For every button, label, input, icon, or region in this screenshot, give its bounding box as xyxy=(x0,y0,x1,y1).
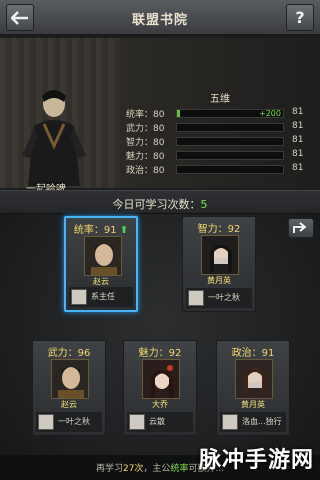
card-portrait xyxy=(142,359,180,399)
stat-max: 81 xyxy=(292,135,304,145)
stat-row-charm: 魅力：80 81 xyxy=(126,149,314,163)
stat-row-command: 统率：80 +200 81 xyxy=(126,107,314,121)
mentor-avatar xyxy=(71,289,87,305)
card-general-name: 大乔 xyxy=(152,400,168,409)
card-attribute: 魅力：92 xyxy=(124,344,196,359)
stat-bar: +200 xyxy=(176,109,284,118)
card-general-name: 黄月英 xyxy=(241,400,265,409)
card-attribute: 统率：91 ⬆ xyxy=(66,221,136,236)
mentor-name: 一叶之秋 xyxy=(208,293,240,302)
card-mentor: 系主任 xyxy=(69,287,133,307)
stat-bar xyxy=(176,151,284,160)
card-attribute-text: 武力：96 xyxy=(47,348,91,359)
share-icon xyxy=(293,222,307,233)
study-count-bar: 今日可学习次数：5 xyxy=(0,190,320,214)
mentor-avatar xyxy=(129,414,145,430)
footer-count: 27次 xyxy=(122,464,144,474)
card-attribute: 武力：96 xyxy=(33,344,105,359)
card-mentor: 一叶之秋 xyxy=(36,412,102,432)
card-mentor: 云散 xyxy=(127,412,193,432)
mentor-avatar xyxy=(188,290,204,306)
card-mentor: 洛血...独行 xyxy=(220,412,286,432)
portrait-icon xyxy=(52,360,88,398)
mentor-name: 云散 xyxy=(149,417,165,426)
stat-max: 81 xyxy=(292,121,304,131)
card-attribute-text: 智力：92 xyxy=(197,224,241,235)
portrait-icon xyxy=(143,360,179,398)
footer-text-1: 再学习 xyxy=(95,464,123,474)
mentor-card[interactable]: 武力：96 赵云 一叶之秋 xyxy=(32,340,106,436)
stat-label: 魅力：80 xyxy=(126,152,165,162)
stat-max: 81 xyxy=(292,107,304,117)
page-title: 联盟书院 xyxy=(131,13,188,28)
card-portrait xyxy=(201,235,239,275)
watermark: 脉冲手游网 xyxy=(198,448,314,473)
stat-bar xyxy=(176,123,284,132)
card-general-name: 黄月英 xyxy=(207,276,231,285)
stats-panel: 五维 统率：80 +200 81 武力：80 81 智力：80 81 魅力：80… xyxy=(120,90,314,182)
stat-label: 统率：80 xyxy=(126,110,165,120)
card-portrait xyxy=(51,359,89,399)
hero-figure-icon[interactable] xyxy=(18,86,90,186)
card-portrait xyxy=(84,236,122,276)
mentor-name: 洛血...独行 xyxy=(242,417,282,426)
stat-max: 81 xyxy=(292,163,304,173)
stat-row-intelligence: 智力：80 81 xyxy=(126,135,314,149)
portrait-icon xyxy=(85,237,121,275)
stat-row-politics: 政治：80 81 xyxy=(126,163,314,177)
stat-label: 智力：80 xyxy=(126,138,165,148)
mentor-card[interactable]: 统率：91 ⬆ 赵云 系主任 xyxy=(64,216,138,312)
mentor-name: 系主任 xyxy=(91,292,115,301)
card-attribute: 智力：92 xyxy=(183,220,255,235)
mentor-avatar xyxy=(38,414,54,430)
top-bar: 联盟书院 ? xyxy=(0,0,320,36)
card-attribute-text: 统率：91 xyxy=(73,225,117,236)
share-button[interactable] xyxy=(288,218,314,238)
stats-title: 五维 xyxy=(210,94,230,105)
mentor-avatar xyxy=(222,414,238,430)
card-attribute: 政治：91 xyxy=(217,344,289,359)
up-arrow-icon: ⬆ xyxy=(119,225,129,236)
stat-max: 81 xyxy=(292,149,304,159)
stat-gain: +200 xyxy=(259,109,281,118)
mentor-card[interactable]: 智力：92 黄月英 一叶之秋 xyxy=(182,216,256,312)
card-general-name: 赵云 xyxy=(61,400,77,409)
help-button[interactable]: ? xyxy=(286,4,314,31)
card-general-name: 赵云 xyxy=(93,277,109,286)
footer-text-2: ，主公 xyxy=(143,464,171,474)
card-attribute-text: 政治：91 xyxy=(231,348,275,359)
stat-row-force: 武力：80 81 xyxy=(126,121,314,135)
card-attribute-text: 魅力：92 xyxy=(138,348,182,359)
card-mentor: 一叶之秋 xyxy=(186,288,252,308)
portrait-icon xyxy=(202,236,238,274)
card-portrait xyxy=(235,359,273,399)
mentor-card[interactable]: 魅力：92 大乔 云散 xyxy=(123,340,197,436)
portrait-icon xyxy=(236,360,272,398)
stat-label: 武力：80 xyxy=(126,124,165,134)
study-count-value: 5 xyxy=(200,198,208,211)
stat-bar xyxy=(176,165,284,174)
mentor-card[interactable]: 政治：91 黄月英 洛血...独行 xyxy=(216,340,290,436)
stat-label: 政治：80 xyxy=(126,166,165,176)
study-count-prefix: 今日可学习次数： xyxy=(112,198,201,211)
study-count-text: 今日可学习次数：5 xyxy=(0,196,320,212)
stat-bar-fill xyxy=(177,110,181,117)
footer-attr: 统率 xyxy=(170,464,189,474)
mentor-name: 一叶之秋 xyxy=(58,417,90,426)
stat-bar xyxy=(176,137,284,146)
